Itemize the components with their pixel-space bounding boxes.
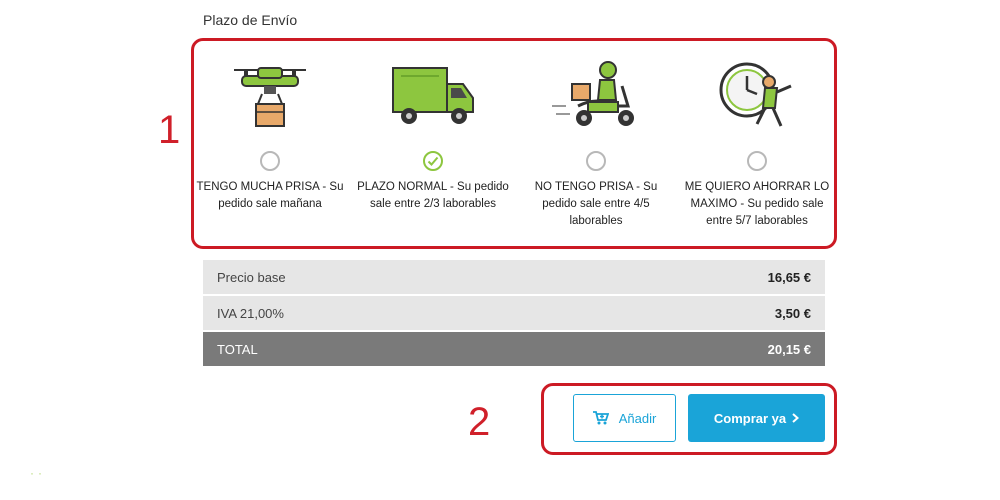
checkmark-icon <box>427 156 439 166</box>
price-summary-table: Precio base 16,65 € IVA 21,00% 3,50 € TO… <box>203 260 825 368</box>
clock-runner-icon <box>719 62 792 127</box>
drone-delivery-icon <box>234 67 306 127</box>
shipping-option-save-max[interactable]: ME QUIERO AHORRAR LO MAXIMO - Su pedido … <box>677 56 837 230</box>
shipping-option-no-rush[interactable]: NO TENGO PRISA - Su pedido sale entre 4/… <box>516 56 676 230</box>
price-row-base: Precio base 16,65 € <box>203 260 825 294</box>
add-to-cart-button[interactable]: Añadir <box>573 394 676 442</box>
scooter-delivery-icon <box>552 61 634 126</box>
price-row-total: TOTAL 20,15 € <box>203 332 825 366</box>
add-button-label: Añadir <box>618 410 657 426</box>
annotation-number-2: 2 <box>468 400 491 444</box>
shipping-option-rush[interactable]: TENGO MUCHA PRISA - Su pedido sale mañan… <box>190 56 350 213</box>
radio-checked[interactable] <box>423 151 443 171</box>
radio-unchecked[interactable] <box>747 151 767 171</box>
price-row-label: TOTAL <box>217 341 258 357</box>
price-row-vat: IVA 21,00% 3,50 € <box>203 296 825 330</box>
chevron-right-icon <box>792 413 800 423</box>
radio-unchecked[interactable] <box>260 151 280 171</box>
shipping-section-title: Plazo de Envío <box>203 12 298 28</box>
cart-plus-icon <box>592 411 609 425</box>
price-row-label: Precio base <box>217 269 286 285</box>
annotation-number-1: 1 <box>158 108 181 152</box>
shipping-option-normal[interactable]: PLAZO NORMAL - Su pedido sale entre 2/3 … <box>353 56 513 213</box>
shipping-option-label: TENGO MUCHA PRISA - Su pedido sale mañan… <box>196 181 344 210</box>
radio-unchecked[interactable] <box>586 151 606 171</box>
shipping-option-label: PLAZO NORMAL - Su pedido sale entre 2/3 … <box>357 181 509 210</box>
buy-now-button[interactable]: Comprar ya <box>688 394 825 442</box>
buy-button-label: Comprar ya <box>713 410 787 426</box>
truck-icon <box>392 67 474 124</box>
price-row-value: 20,15 € <box>767 341 811 357</box>
price-row-value: 3,50 € <box>774 305 811 321</box>
price-row-label: IVA 21,00% <box>217 305 284 321</box>
price-row-value: 16,65 € <box>767 269 811 285</box>
decorative-dots: ·· <box>30 466 46 480</box>
shipping-option-label: ME QUIERO AHORRAR LO MAXIMO - Su pedido … <box>684 181 830 227</box>
shipping-option-label: NO TENGO PRISA - Su pedido sale entre 4/… <box>534 181 658 227</box>
